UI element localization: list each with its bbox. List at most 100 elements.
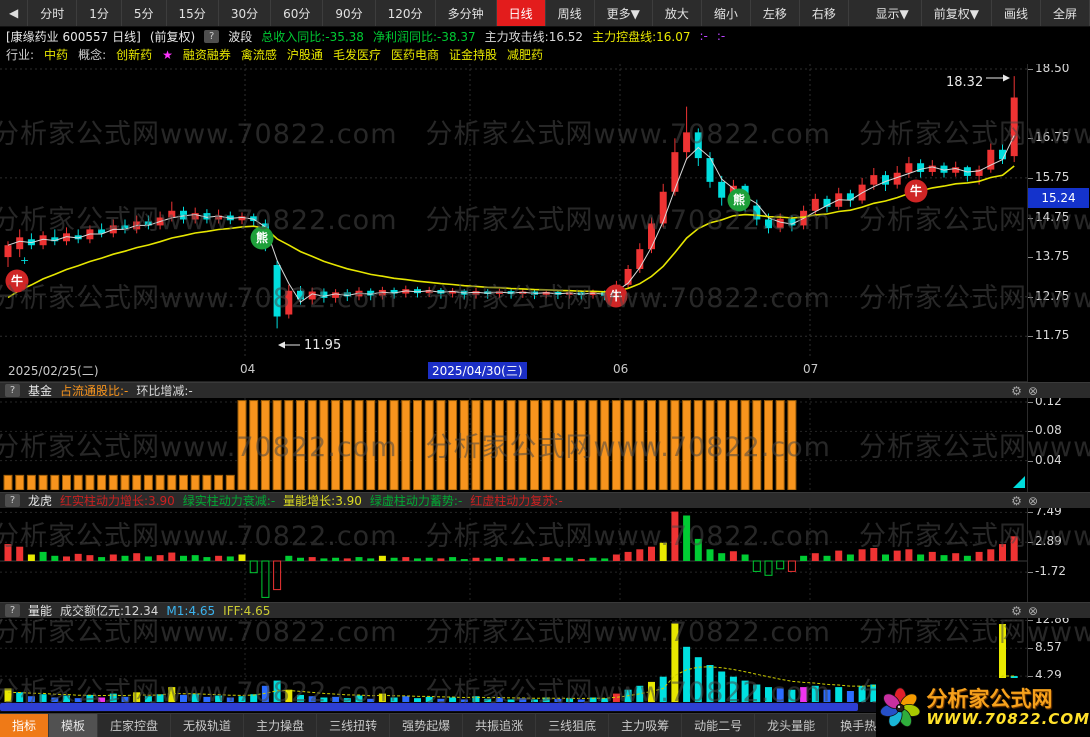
toolbar-button-60min[interactable]: 60分 xyxy=(271,0,324,26)
bear-marker: 熊 xyxy=(727,188,751,212)
price-axis-label: 12.75 xyxy=(1027,288,1070,303)
tab-5[interactable]: 三线扭转 xyxy=(317,714,391,737)
svg-text:牛: 牛 xyxy=(910,183,922,198)
concept-item-3[interactable]: 禽流感 xyxy=(241,46,277,63)
industry-label: 行业: xyxy=(6,48,35,62)
toolbar-button-adjust-mode[interactable]: 前复权▼ xyxy=(922,0,992,26)
bear-marker: 熊 xyxy=(250,226,274,250)
concept-item-8[interactable]: 减肥药 xyxy=(507,46,543,63)
toolbar-button-30min[interactable]: 30分 xyxy=(219,0,272,26)
help-icon[interactable]: ? xyxy=(5,384,20,397)
back-button[interactable]: ◀ xyxy=(0,0,29,26)
tab-4[interactable]: 主力操盘 xyxy=(244,714,318,737)
date-label-1: 04 xyxy=(240,362,256,376)
toolbar-button-1min[interactable]: 1分 xyxy=(77,0,122,26)
info-segment-5: 净利润同比:-38.37 xyxy=(372,29,476,44)
longhu-svg xyxy=(0,508,1027,600)
toolbar-button-multi-min[interactable]: 多分钟 xyxy=(436,0,497,26)
price-axis-label: 2.89 xyxy=(1028,534,1062,549)
info-segment-9: :- xyxy=(716,29,726,43)
toolbar-button-move-right[interactable]: 右移 xyxy=(800,0,849,26)
toolbar-button-more[interactable]: 更多▼ xyxy=(595,0,653,26)
price-axis-label: 13.75 xyxy=(1027,249,1070,264)
tab-1[interactable]: 模板 xyxy=(49,714,99,737)
toolbar-button-daily[interactable]: 日线 xyxy=(496,0,546,26)
gear-icon[interactable]: ⚙ xyxy=(1011,605,1022,617)
toolbar-button-fullscreen[interactable]: 全屏 xyxy=(1041,0,1090,26)
price-axis-label: 0.08 xyxy=(1028,423,1062,438)
logo-site-url: WWW.70822.COM xyxy=(926,709,1090,728)
panel-stat-0: 成交额亿元:12.34 xyxy=(60,604,159,618)
close-icon[interactable]: ⊗ xyxy=(1028,385,1038,397)
volume-bar-chart[interactable] xyxy=(0,618,1027,708)
date-label-0: 2025/02/25(二) xyxy=(8,364,99,378)
toolbar-button-5min[interactable]: 5分 xyxy=(122,0,167,26)
industry-value[interactable]: 中药 xyxy=(44,46,68,63)
help-icon[interactable]: ? xyxy=(204,29,220,43)
help-icon[interactable]: ? xyxy=(5,494,20,507)
concept-item-0[interactable]: 创新药 xyxy=(116,46,152,63)
toolbar-button-draw-line[interactable]: 画线 xyxy=(992,0,1041,26)
panel-header-icons: ⚙ ⊗ xyxy=(1011,383,1038,399)
main-chart-svg: 牛熊牛熊牛11.9518.32+ xyxy=(0,64,1027,358)
price-axis-label: 16.75 xyxy=(1027,130,1070,145)
info-segment-1: (前复权) xyxy=(149,29,196,44)
svg-text:熊: 熊 xyxy=(733,192,745,207)
date-label-3: 06 xyxy=(613,362,629,376)
concept-item-4[interactable]: 沪股通 xyxy=(287,46,323,63)
info-segment-6: 主力攻击线:16.52 xyxy=(484,29,584,44)
price-axis-label: 15.75 xyxy=(1027,169,1070,184)
help-icon[interactable]: ? xyxy=(5,604,20,617)
concept-label: 概念: xyxy=(78,48,107,62)
logo-site-name: 分析家公式网 xyxy=(926,686,1053,711)
industry-concept-bar: 行业: 中药 概念: 创新药 ★ 融资融券 禽流感 沪股通 毛发医疗 医药电商 证金持股 减肥药 xyxy=(0,45,1090,64)
tab-11[interactable]: 龙头量能 xyxy=(755,714,829,737)
concept-item-2[interactable]: 融资融券 xyxy=(183,46,231,63)
panel-stat-0: 占流通股比:- xyxy=(60,384,129,398)
longhu-bar-chart[interactable] xyxy=(0,508,1027,604)
gear-icon[interactable]: ⚙ xyxy=(1011,385,1022,397)
horizontal-scrollbar[interactable] xyxy=(0,702,1027,712)
toolbar-button-weekly[interactable]: 周线 xyxy=(546,0,595,26)
volume-svg xyxy=(0,618,1027,704)
tab-7[interactable]: 共振追涨 xyxy=(463,714,537,737)
tab-2[interactable]: 庄家控盘 xyxy=(98,714,172,737)
toolbar-button-move-left[interactable]: 左移 xyxy=(751,0,800,26)
toolbar-button-120min[interactable]: 120分 xyxy=(376,0,436,26)
info-segment-4: 总收入同比:-35.38 xyxy=(261,29,364,44)
close-icon[interactable]: ⊗ xyxy=(1028,495,1038,507)
candlestick-chart-area[interactable]: 牛熊牛熊牛 11.95 18.32 + xyxy=(0,64,1027,358)
concept-item-7[interactable]: 证金持股 xyxy=(449,46,497,63)
gear-icon[interactable]: ⚙ xyxy=(1011,495,1022,507)
toolbar-button-display[interactable]: 显示▼ xyxy=(864,0,922,26)
tab-3[interactable]: 无极轨道 xyxy=(171,714,245,737)
info-segment-3: 波段 xyxy=(228,29,253,44)
toolbar-button-zoom-out[interactable]: 缩小 xyxy=(702,0,751,26)
concept-item-6[interactable]: 医药电商 xyxy=(391,46,439,63)
tab-6[interactable]: 强势起爆 xyxy=(390,714,464,737)
panel-stat-1: M1:4.65 xyxy=(166,603,216,618)
tab-8[interactable]: 三线狙底 xyxy=(536,714,610,737)
panel-header-icons: ⚙ ⊗ xyxy=(1011,493,1038,509)
concept-item-5[interactable]: 毛发医疗 xyxy=(333,46,381,63)
close-icon[interactable]: ⊗ xyxy=(1028,605,1038,617)
toolbar-button-zoom-in[interactable]: 放大 xyxy=(653,0,702,26)
tab-0[interactable]: 指标 xyxy=(0,714,50,737)
price-axis-label: 8.57 xyxy=(1028,640,1062,655)
toolbar-button-timeshare[interactable]: 分时 xyxy=(28,0,78,26)
info-segment-7: 主力控盘线:16.07 xyxy=(592,29,691,44)
toolbar-button-90min[interactable]: 90分 xyxy=(323,0,376,26)
panel-stat-3: 绿虚柱动力蓄势:- xyxy=(369,494,463,508)
price-axis-label: 14.75 xyxy=(1027,209,1070,224)
price-axis-label: 11.75 xyxy=(1027,328,1070,343)
toolbar-button-15min[interactable]: 15分 xyxy=(167,0,219,26)
bull-marker: 牛 xyxy=(904,179,928,203)
site-logo: 分析家公式网 WWW.70822.COM xyxy=(876,678,1090,737)
tab-10[interactable]: 动能二号 xyxy=(682,714,756,737)
scrollbar-thumb[interactable] xyxy=(0,703,858,711)
tab-9[interactable]: 主力吸筹 xyxy=(609,714,683,737)
svg-text:18.32: 18.32 xyxy=(946,75,983,90)
svg-text:11.95: 11.95 xyxy=(304,338,341,353)
fund-bar-chart[interactable] xyxy=(0,398,1027,494)
